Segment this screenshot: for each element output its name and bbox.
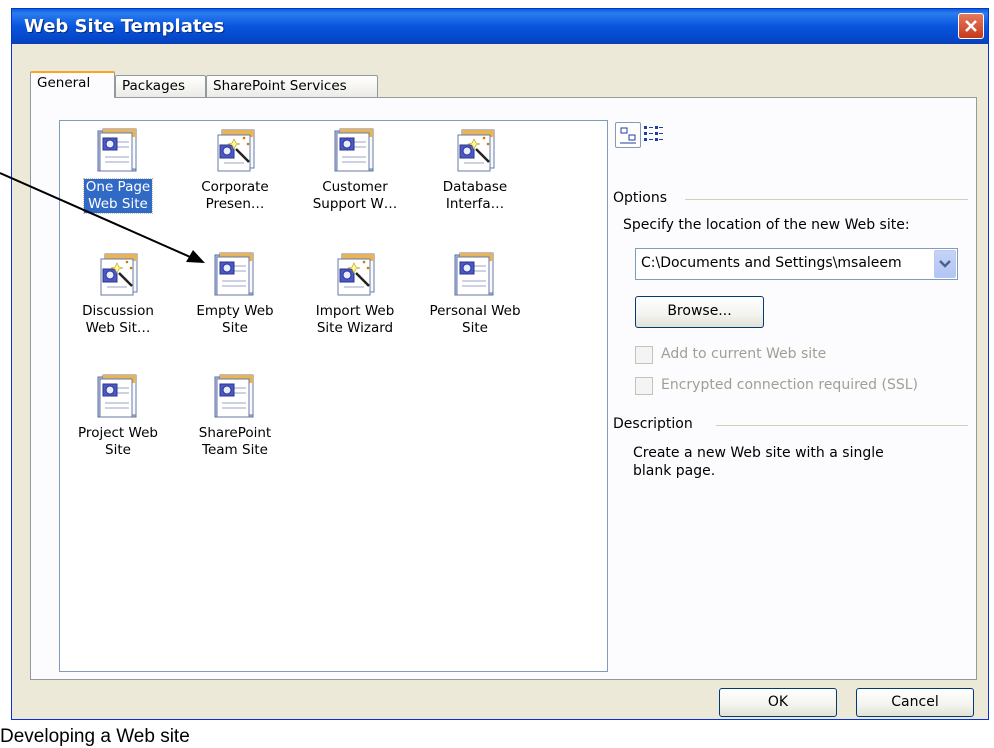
options-divider	[685, 199, 968, 200]
page-icon	[454, 252, 494, 296]
template-personal-web-site[interactable]: Personal Web Site	[420, 251, 530, 337]
template-sharepoint-team-site[interactable]: SharePoint Team Site	[180, 373, 290, 459]
description-divider	[716, 425, 968, 426]
title-bar[interactable]: Web Site Templates	[12, 9, 988, 44]
location-combobox[interactable]: C:\Documents and Settings\msaleem	[635, 248, 958, 280]
tab-sharepoint-services-label: SharePoint Services	[213, 78, 347, 94]
template-label: SharePoint Team Site	[198, 425, 272, 458]
browse-button[interactable]: Browse...	[635, 296, 764, 328]
wizard-icon	[456, 128, 496, 173]
template-label: Database Interfa…	[442, 179, 508, 212]
template-label: One Page Web Site	[82, 178, 154, 214]
template-database-interface[interactable]: Database Interfa…	[420, 127, 530, 213]
page-icon	[97, 128, 137, 172]
list-view-icon	[644, 126, 663, 141]
tab-general-label: General	[37, 75, 91, 91]
chevron-down-icon	[939, 260, 951, 268]
description-heading: Description	[613, 416, 693, 432]
description-text: Create a new Web site with a single blank…	[633, 445, 884, 479]
browse-button-label: Browse...	[667, 303, 732, 319]
add-to-current-label: Add to current Web site	[661, 346, 827, 362]
close-button[interactable]	[958, 13, 984, 39]
ok-button[interactable]: OK	[719, 688, 837, 717]
large-icons-view-button[interactable]	[615, 122, 641, 148]
description-group: Description	[613, 416, 968, 432]
template-discussion-web-site[interactable]: Discussion Web Sit…	[63, 251, 173, 337]
cancel-button[interactable]: Cancel	[856, 688, 974, 717]
page-icon	[334, 128, 374, 172]
template-label: Project Web Site	[78, 425, 158, 458]
location-input[interactable]: C:\Documents and Settings\msaleem	[641, 255, 931, 271]
options-heading: Options	[613, 190, 668, 206]
close-icon	[965, 20, 977, 32]
wizard-icon	[336, 252, 376, 297]
tab-packages[interactable]: Packages	[115, 75, 206, 97]
template-label: Customer Support W…	[312, 179, 398, 212]
template-import-web-site-wizard[interactable]: Import Web Site Wizard	[300, 251, 410, 337]
template-label: Import Web Site Wizard	[315, 303, 395, 336]
location-dropdown-button[interactable]	[934, 250, 956, 278]
location-label: Specify the location of the new Web site…	[623, 217, 910, 233]
ssl-label: Encrypted connection required (SSL)	[661, 377, 918, 393]
wizard-icon	[99, 252, 139, 297]
templates-list[interactable]: One Page Web Site Corporate Presen… Custom…	[59, 120, 608, 672]
template-label: Corporate Presen…	[201, 179, 269, 212]
web-site-templates-dialog: Web Site Templates General Packages Shar…	[11, 8, 989, 720]
page-icon	[214, 252, 254, 296]
ssl-checkbox[interactable]	[635, 377, 653, 395]
tab-sharepoint-services[interactable]: SharePoint Services	[206, 75, 378, 97]
template-project-web-site[interactable]: Project Web Site	[63, 373, 173, 459]
tab-general[interactable]: General	[30, 71, 115, 98]
template-label: Empty Web Site	[196, 303, 274, 336]
options-group: Options	[613, 190, 968, 206]
page-icon	[214, 374, 254, 418]
template-label: Personal Web Site	[429, 303, 521, 336]
wizard-icon	[216, 128, 256, 173]
dialog-title: Web Site Templates	[24, 16, 225, 37]
template-customer-support[interactable]: Customer Support W…	[300, 127, 410, 213]
template-empty-web-site[interactable]: Empty Web Site	[180, 251, 290, 337]
cancel-button-label: Cancel	[891, 694, 939, 710]
template-one-page-web-site[interactable]: One Page Web Site	[63, 127, 173, 214]
tab-panel-general: One Page Web Site Corporate Presen… Custom…	[30, 97, 977, 680]
template-corporate-presence[interactable]: Corporate Presen…	[180, 127, 290, 213]
details-view-button[interactable]	[641, 122, 667, 148]
tab-packages-label: Packages	[122, 78, 185, 94]
ok-button-label: OK	[767, 694, 789, 710]
slide-footer-text: Developing a Web site	[0, 726, 190, 747]
page-icon	[97, 374, 137, 418]
large-icons-icon	[620, 127, 636, 144]
template-label: Discussion Web Sit…	[82, 303, 154, 336]
add-to-current-checkbox[interactable]	[635, 346, 653, 364]
